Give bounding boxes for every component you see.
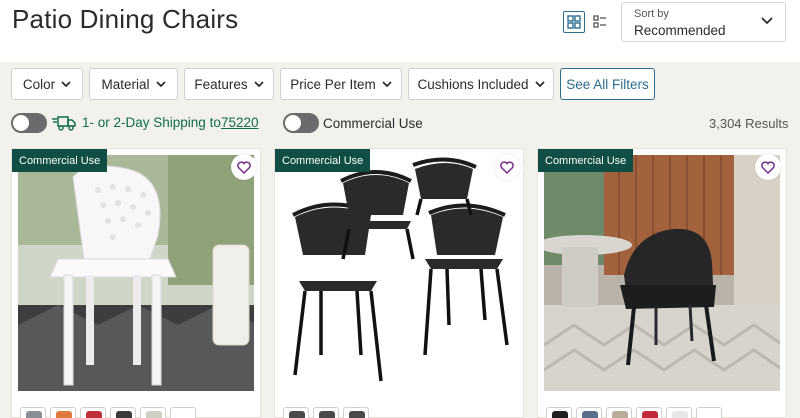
sort-value: Recommended — [634, 23, 726, 38]
list-view-icon — [593, 15, 606, 28]
color-swatch[interactable] — [546, 407, 572, 418]
shipping-zip-link[interactable]: 75220 — [221, 115, 259, 130]
list-view-button[interactable] — [589, 11, 611, 33]
toggle-knob — [13, 115, 29, 131]
product-card[interactable]: Commercial Use — [274, 148, 524, 418]
results-count: 3,304 Results — [709, 116, 789, 131]
shipping-toggle[interactable] — [11, 113, 47, 133]
product-card[interactable]: Commercial Use — [11, 148, 261, 418]
favorite-button[interactable] — [494, 154, 520, 180]
product-image[interactable] — [281, 155, 517, 391]
commercial-use-badge: Commercial Use — [275, 149, 371, 172]
color-swatch[interactable] — [140, 407, 166, 418]
color-swatch[interactable] — [20, 407, 46, 418]
toggle-knob — [285, 115, 301, 131]
color-swatch[interactable] — [283, 407, 309, 418]
filter-color-button[interactable]: Color — [11, 68, 83, 100]
shipping-text: 1- or 2-Day Shipping to — [82, 115, 221, 130]
color-swatch[interactable] — [80, 407, 106, 418]
chevron-down-icon — [534, 80, 545, 87]
chevron-down-icon — [382, 80, 392, 87]
page-header: Patio Dining Chairs Sort by Recommended — [0, 0, 800, 62]
color-swatches — [20, 407, 196, 418]
favorite-button[interactable] — [755, 154, 781, 180]
color-swatch[interactable] — [606, 407, 632, 418]
filter-label: Features — [194, 76, 248, 92]
filter-bar: Color Material Features Price Per Item C… — [0, 68, 800, 100]
filter-features-button[interactable]: Features — [184, 68, 274, 100]
color-swatch[interactable] — [636, 407, 662, 418]
color-swatch[interactable] — [576, 407, 602, 418]
more-swatches-button[interactable] — [696, 407, 722, 418]
filter-label: Price Per Item — [290, 76, 376, 92]
favorite-button[interactable] — [231, 154, 257, 180]
commercial-use-badge: Commercial Use — [12, 149, 108, 172]
heart-icon — [761, 160, 775, 174]
commercial-use-badge: Commercial Use — [538, 149, 634, 172]
product-card[interactable]: Commercial Use — [537, 148, 787, 418]
product-image[interactable] — [544, 155, 780, 391]
filter-price-button[interactable]: Price Per Item — [280, 68, 402, 100]
commercial-use-label: Commercial Use — [323, 116, 423, 131]
chevron-down-icon — [254, 80, 264, 87]
see-all-filters-button[interactable]: See All Filters — [560, 68, 655, 100]
filter-material-button[interactable]: Material — [89, 68, 178, 100]
chevron-down-icon — [761, 17, 773, 25]
chevron-down-icon — [155, 80, 166, 87]
more-swatches-button[interactable] — [170, 407, 196, 418]
grid-view-button[interactable] — [563, 11, 585, 33]
grid-view-icon — [567, 15, 581, 29]
heart-icon — [500, 160, 514, 174]
page-title: Patio Dining Chairs — [12, 4, 239, 34]
filter-cushions-button[interactable]: Cushions Included — [408, 68, 554, 100]
color-swatch[interactable] — [666, 407, 692, 418]
chevron-down-icon — [61, 80, 71, 87]
see-all-filters-label: See All Filters — [566, 76, 649, 92]
filter-label: Color — [22, 76, 56, 92]
color-swatch[interactable] — [110, 407, 136, 418]
color-swatches — [283, 407, 369, 418]
filter-label: Material — [101, 76, 150, 92]
product-image[interactable] — [18, 155, 254, 391]
filter-label: Cushions Included — [417, 76, 529, 92]
sort-label: Sort by — [634, 8, 669, 20]
color-swatches — [546, 407, 722, 418]
quick-toggles: 1- or 2-Day Shipping to 75220 Commercial… — [0, 111, 800, 135]
commercial-use-toggle[interactable] — [283, 113, 319, 133]
truck-icon — [52, 116, 76, 131]
sort-dropdown[interactable]: Sort by Recommended — [621, 2, 786, 42]
color-swatch[interactable] — [50, 407, 76, 418]
color-swatch[interactable] — [343, 407, 369, 418]
heart-icon — [237, 160, 251, 174]
color-swatch[interactable] — [313, 407, 339, 418]
